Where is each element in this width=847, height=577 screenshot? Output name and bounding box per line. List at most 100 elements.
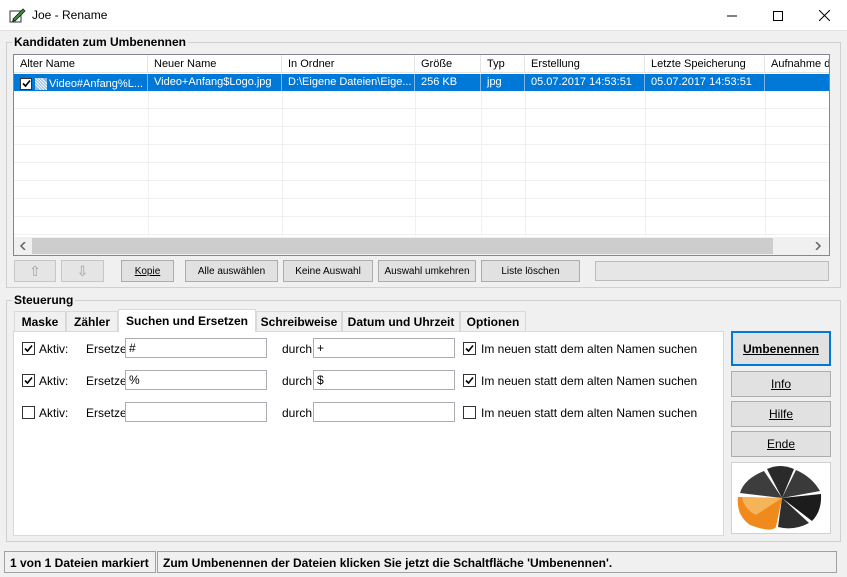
rule-1-active-label: Aktiv: (39, 342, 69, 356)
rule-2-use-new-name-checkbox[interactable] (463, 374, 476, 387)
app-logo (731, 462, 831, 534)
rule-1-use-new-name-label: Im neuen statt dem alten Namen suchen (481, 342, 698, 356)
minimize-icon (727, 15, 737, 16)
grid-column-line (282, 73, 283, 236)
rule-3-by-label: durch (282, 406, 313, 420)
close-icon (818, 10, 830, 21)
grid-column-line (525, 73, 526, 236)
rename-button[interactable]: Umbenennen (731, 331, 831, 366)
tab-search-replace[interactable]: Suchen und Ersetzen (118, 309, 256, 332)
grid-column-line (415, 73, 416, 236)
select-none-button[interactable]: Keine Auswahl (283, 260, 373, 282)
grid-line (14, 198, 829, 199)
tab-counter[interactable]: Zähler (66, 311, 118, 331)
checkmark-icon (21, 79, 31, 88)
maximize-button[interactable] (755, 0, 801, 31)
grid-line (14, 162, 829, 163)
column-header-old-name[interactable]: Alter Name (14, 55, 148, 73)
cell-folder: D:\Eigene Dateien\Eige... (282, 74, 415, 91)
rule-1-replace-input[interactable]: + (313, 338, 455, 358)
rule-1-use-new-name-checkbox[interactable] (463, 342, 476, 355)
control-group-label: Steuerung (12, 293, 76, 307)
rule-2-replace-input[interactable]: $ (313, 370, 455, 390)
checkmark-icon (24, 344, 33, 353)
column-header-size[interactable]: Größe (415, 55, 481, 73)
checkmark-icon (465, 344, 474, 353)
cell-new-name: Video+Anfang$Logo.jpg (148, 74, 282, 91)
cell-type: jpg (481, 74, 525, 91)
rule-row-2: Aktiv: Ersetze % durch $ Im neuen statt … (0, 369, 720, 393)
grid-column-line (148, 73, 149, 236)
status-marked-count: 1 von 1 Dateien markiert (4, 551, 156, 573)
status-hint: Zum Umbenennen der Dateien klicken Sie j… (157, 551, 837, 573)
grid-column-line (481, 73, 482, 236)
rule-3-active-label: Aktiv: (39, 406, 69, 420)
image-file-icon (35, 77, 47, 90)
move-down-button[interactable]: ⇩ (61, 260, 104, 282)
help-button[interactable]: Hilfe (731, 401, 831, 427)
rule-row-1: Aktiv: Ersetze # durch + Im neuen statt … (0, 337, 720, 361)
logo-graphic (737, 466, 822, 530)
cell-taken (765, 74, 829, 91)
row-checkbox[interactable] (20, 77, 32, 90)
cell-size: 256 KB (415, 74, 481, 91)
rule-1-active-checkbox[interactable] (22, 342, 35, 355)
scroll-thumb[interactable] (32, 238, 773, 254)
grid-line (14, 234, 829, 235)
end-button[interactable]: Ende (731, 431, 831, 457)
column-header-created[interactable]: Erstellung (525, 55, 645, 73)
grid-line (14, 108, 829, 109)
status-bar: 1 von 1 Dateien markiert Zum Umbenennen … (0, 547, 847, 577)
cell-created: 05.07.2017 14:53:51 (525, 74, 645, 91)
candidates-group-label: Kandidaten zum Umbenennen (12, 35, 189, 49)
tab-date-time[interactable]: Datum und Uhrzeit (342, 311, 460, 331)
tab-case[interactable]: Schreibweise (256, 311, 342, 331)
rule-2-search-input[interactable]: % (125, 370, 267, 390)
cell-old-name: Video#Anfang%L... (14, 74, 148, 91)
tab-mask[interactable]: Maske (14, 311, 66, 331)
grid-line (14, 144, 829, 145)
scroll-left-icon[interactable] (19, 242, 27, 250)
column-header-type[interactable]: Typ (481, 55, 525, 73)
maximize-icon (773, 10, 783, 21)
rule-1-by-label: durch (282, 342, 313, 356)
clear-list-button[interactable]: Liste löschen (481, 260, 580, 282)
progress-bar (595, 261, 829, 281)
info-button[interactable]: Info (731, 371, 831, 397)
column-header-folder[interactable]: In Ordner (282, 55, 415, 73)
rule-1-replace-label: Ersetze (86, 342, 127, 356)
candidates-list[interactable]: Alter Name Neuer Name In Ordner Größe Ty… (13, 54, 830, 256)
window-title: Joe - Rename (32, 8, 108, 22)
rule-3-replace-label: Ersetze (86, 406, 127, 420)
rule-row-3: Aktiv: Ersetze durch Im neuen statt dem … (0, 401, 720, 425)
rule-3-use-new-name-checkbox[interactable] (463, 406, 476, 419)
title-bar[interactable]: Joe - Rename (0, 0, 847, 31)
close-button[interactable] (801, 0, 847, 31)
select-all-button[interactable]: Alle auswählen (185, 260, 278, 282)
rule-2-active-label: Aktiv: (39, 374, 69, 388)
grid-line (14, 216, 829, 217)
rule-2-by-label: durch (282, 374, 313, 388)
rule-2-replace-label: Ersetze (86, 374, 127, 388)
minimize-button[interactable] (709, 0, 755, 31)
scroll-right-icon[interactable] (814, 242, 822, 250)
column-header-taken[interactable]: Aufnahme d (765, 55, 829, 73)
cell-modified: 05.07.2017 14:53:51 (645, 74, 765, 91)
grid-column-line (645, 73, 646, 236)
column-header-modified[interactable]: Letzte Speicherung (645, 55, 765, 73)
grid-column-line (765, 73, 766, 236)
copy-button[interactable]: Kopie (121, 260, 174, 282)
rule-3-replace-input[interactable] (313, 402, 455, 422)
invert-selection-button[interactable]: Auswahl umkehren (378, 260, 476, 282)
move-up-button[interactable]: ⇧ (14, 260, 56, 282)
rule-3-search-input[interactable] (125, 402, 267, 422)
rule-2-use-new-name-label: Im neuen statt dem alten Namen suchen (481, 374, 698, 388)
column-header-new-name[interactable]: Neuer Name (148, 55, 282, 73)
tab-options[interactable]: Optionen (460, 311, 526, 331)
table-row[interactable]: Video#Anfang%L... Video+Anfang$Logo.jpg … (14, 74, 829, 91)
rule-1-search-input[interactable]: # (125, 338, 267, 358)
rule-3-active-checkbox[interactable] (22, 406, 35, 419)
rule-2-active-checkbox[interactable] (22, 374, 35, 387)
horizontal-scrollbar[interactable] (14, 237, 829, 255)
checkmark-icon (465, 376, 474, 385)
